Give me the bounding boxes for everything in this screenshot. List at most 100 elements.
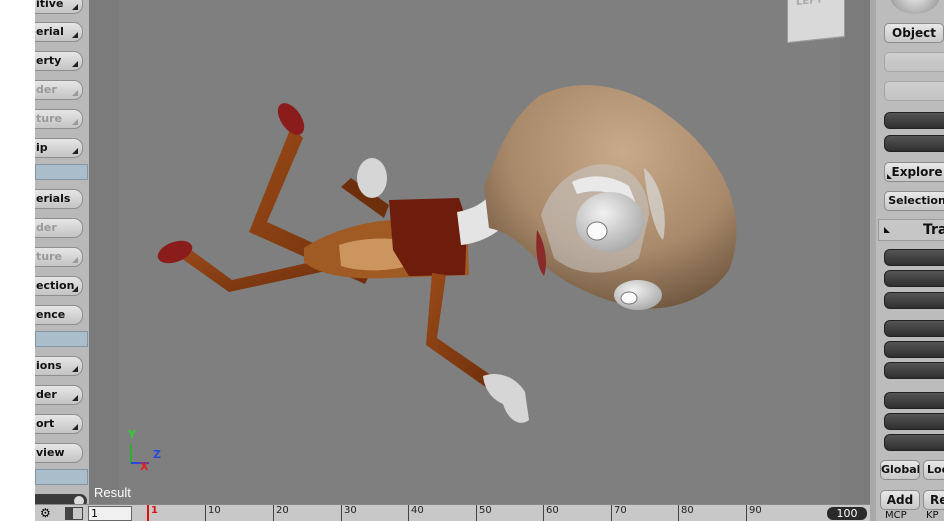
dropdown-arrow-icon — [72, 395, 78, 401]
dark-button[interactable] — [884, 135, 944, 152]
object-button[interactable]: Object — [884, 23, 944, 43]
button-label: erty — [36, 54, 62, 67]
button-label: erials — [36, 192, 71, 205]
dropdown-arrow-icon — [72, 257, 78, 263]
transform-field[interactable] — [884, 249, 944, 266]
toolbar-button-property[interactable]: erty — [35, 51, 83, 71]
dropdown-arrow-icon — [72, 286, 78, 292]
button-label: ture — [36, 112, 62, 125]
menu-ball-icon[interactable] — [890, 0, 940, 14]
timeline-tick: 40 — [408, 505, 424, 521]
left-pupil — [620, 291, 638, 305]
dropdown-arrow-icon — [72, 119, 78, 125]
navigation-cube[interactable]: LEFT — [787, 0, 845, 44]
lower-arm — [426, 273, 495, 388]
dropdown-arrow-icon — [72, 366, 78, 372]
frame-input[interactable]: 1 — [88, 506, 132, 521]
panel-button-empty[interactable] — [884, 81, 944, 101]
toolbar-separator — [35, 469, 88, 485]
button-label: ions — [36, 359, 62, 372]
add-button[interactable]: Add — [880, 490, 920, 510]
timeline-tick: 70 — [611, 505, 627, 521]
toolbar-button-render-2[interactable]: der — [35, 218, 83, 238]
application-window: itive erial erty der ture ip erials der … — [0, 0, 944, 521]
transform-field[interactable] — [884, 341, 944, 358]
selection-button[interactable]: Selection — [884, 191, 944, 211]
panel-button-empty[interactable] — [884, 52, 944, 72]
collapse-arrow-icon — [884, 227, 890, 233]
timeline-tick: 60 — [543, 505, 559, 521]
y-axis-line — [130, 444, 132, 464]
toolbar-separator — [35, 331, 88, 347]
button-label: der — [36, 83, 57, 96]
transform-field[interactable] — [884, 392, 944, 409]
mcp-label[interactable]: MCP — [885, 510, 907, 521]
toolbar-button-materials[interactable]: erials — [35, 189, 83, 209]
button-label: ection — [36, 279, 75, 292]
button-label: ip — [36, 141, 48, 154]
right-eye — [576, 192, 644, 252]
toolbar-button-reference[interactable]: ence — [35, 305, 83, 325]
button-label: ence — [36, 308, 66, 321]
transform-field[interactable] — [884, 292, 944, 309]
timeline-tick: 20 — [273, 505, 289, 521]
button-label: erial — [36, 25, 64, 38]
timeline-tick: 90 — [746, 505, 762, 521]
global-button[interactable]: Global — [880, 460, 920, 480]
toolbar-button-texture[interactable]: ture — [35, 109, 83, 129]
current-frame-marker[interactable]: 1 — [147, 505, 158, 521]
toolbar-button-selection[interactable]: ection — [35, 276, 83, 296]
button-label: ture — [36, 250, 62, 263]
character-render — [157, 85, 737, 423]
dark-button[interactable] — [884, 112, 944, 129]
button-label: itive — [36, 0, 64, 10]
toolbar-button-export[interactable]: ort — [35, 414, 83, 434]
timeline-tick: 10 — [205, 505, 221, 521]
button-label: der — [36, 221, 57, 234]
left-toolbar: itive erial erty der ture ip erials der … — [35, 0, 89, 521]
dropdown-arrow-icon — [72, 32, 78, 38]
upper-hand — [357, 158, 387, 198]
timeline-tick: 30 — [341, 505, 357, 521]
dropdown-arrow-icon — [72, 90, 78, 96]
toolbar-button-material[interactable]: erial — [35, 22, 83, 42]
z-axis-label: Z — [153, 448, 161, 461]
local-button[interactable]: Loc — [923, 460, 944, 480]
toolbar-button-render[interactable]: der — [35, 80, 83, 100]
transform-field[interactable] — [884, 270, 944, 287]
left-eye — [614, 280, 662, 310]
toolbar-button-preview[interactable]: view — [35, 443, 83, 463]
corner-arrow-icon — [887, 174, 892, 179]
y-axis-label: Y — [128, 428, 136, 441]
explore-button[interactable]: Explore — [884, 162, 944, 182]
timeline-bar[interactable]: ⚙ 1 1 10 20 30 40 50 60 70 80 90 100 — [35, 504, 870, 521]
nav-cube-label: LEFT — [796, 0, 823, 9]
dropdown-arrow-icon — [72, 424, 78, 430]
toolbar-button-texture-2[interactable]: ture — [35, 247, 83, 267]
toolbar-button-render-3[interactable]: der — [35, 385, 83, 405]
transform-header[interactable]: Tra — [878, 219, 944, 241]
blank-margin — [0, 0, 35, 521]
transform-field[interactable] — [884, 320, 944, 337]
transform-header-label: Tra — [923, 222, 944, 238]
dropdown-arrow-icon — [72, 61, 78, 67]
toolbar-button-primitive[interactable]: itive — [35, 0, 83, 14]
transform-field[interactable] — [884, 413, 944, 430]
right-command-panel: Object Explore Selection Tra Global Loc … — [870, 0, 944, 521]
button-label: der — [36, 388, 57, 401]
axis-gizmo: Y Z X — [125, 428, 175, 476]
kp-label[interactable]: KP — [926, 510, 939, 521]
remove-button[interactable]: Re — [923, 490, 944, 510]
button-label: view — [36, 446, 65, 459]
transform-field[interactable] — [884, 434, 944, 451]
transform-field[interactable] — [884, 362, 944, 379]
end-frame-input[interactable]: 100 — [827, 507, 867, 520]
panel-icon[interactable] — [65, 507, 83, 520]
toolbar-button-options[interactable]: ions — [35, 356, 83, 376]
dropdown-arrow-icon — [72, 148, 78, 154]
camera-icon[interactable]: ⚙ — [40, 506, 56, 520]
lower-hand — [483, 373, 529, 423]
3d-viewport[interactable]: LEFT Y Z X Result — [89, 0, 870, 504]
toolbar-button-clip[interactable]: ip — [35, 138, 83, 158]
dropdown-arrow-icon — [72, 4, 78, 10]
